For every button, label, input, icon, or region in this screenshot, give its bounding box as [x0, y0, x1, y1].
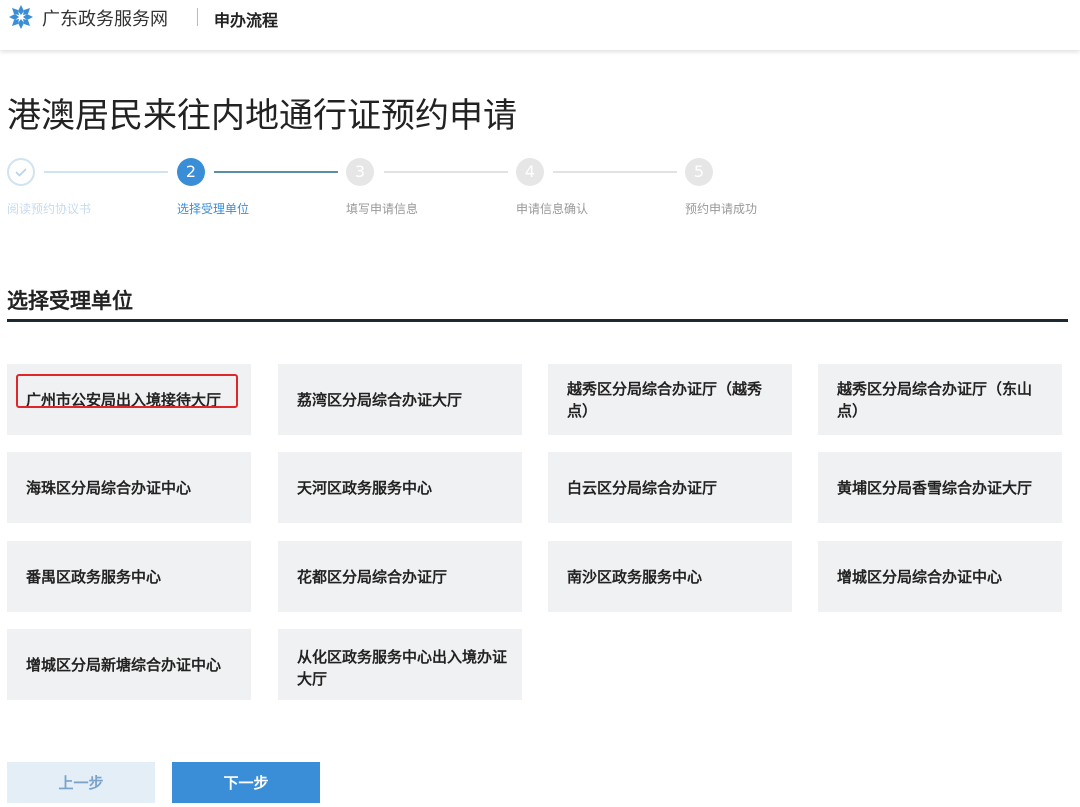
- page-title: 港澳居民来往内地通行证预约申请: [7, 96, 517, 136]
- office-option[interactable]: 花都区分局综合办证厅: [278, 541, 522, 612]
- office-option[interactable]: 海珠区分局综合办证中心: [7, 452, 251, 523]
- header-divider: [197, 8, 198, 26]
- step-3-circle: 3: [346, 158, 374, 186]
- office-option[interactable]: 越秀区分局综合办证厅（东山点）: [818, 364, 1062, 435]
- next-step-button[interactable]: 下一步: [172, 762, 320, 803]
- section-divider: [7, 319, 1068, 322]
- step-line-4: [553, 171, 677, 173]
- office-option[interactable]: 增城区分局综合办证中心: [818, 541, 1062, 612]
- office-label: 南沙区政务服务中心: [567, 567, 703, 586]
- step-4-label: 申请信息确认: [516, 202, 589, 216]
- office-option[interactable]: 越秀区分局综合办证厅（越秀点）: [548, 364, 792, 435]
- step-5-label: 预约申请成功: [685, 202, 758, 216]
- office-option[interactable]: 荔湾区分局综合办证大厅: [278, 364, 522, 435]
- office-option[interactable]: 南沙区政务服务中心: [548, 541, 792, 612]
- section-title: 选择受理单位: [7, 289, 133, 313]
- step-1-label: 阅读预约协议书: [7, 202, 92, 216]
- flow-label: 申办流程: [214, 11, 279, 30]
- office-option[interactable]: 白云区分局综合办证厅: [548, 452, 792, 523]
- office-label: 番禺区政务服务中心: [26, 567, 162, 586]
- step-3-label: 填写申请信息: [346, 202, 419, 216]
- step-line-3: [384, 171, 508, 173]
- office-label: 荔湾区分局综合办证大厅: [297, 390, 463, 409]
- step-2-circle: 2: [177, 158, 205, 186]
- office-option[interactable]: 增城区分局新塘综合办证中心: [7, 629, 251, 700]
- office-option[interactable]: 天河区政务服务中心: [278, 452, 522, 523]
- top-header: 广东政务服务网 申办流程: [0, 0, 1080, 50]
- step-line-2: [214, 171, 338, 173]
- step-2-label: 选择受理单位: [177, 202, 250, 216]
- office-option[interactable]: 广州市公安局出入境接待大厅: [7, 364, 251, 435]
- check-icon: [15, 168, 27, 177]
- office-label: 天河区政务服务中心: [297, 478, 433, 497]
- snowflake-logo-icon[interactable]: [8, 4, 34, 30]
- step-1-circle: [7, 158, 35, 186]
- office-option[interactable]: 番禺区政务服务中心: [7, 541, 251, 612]
- office-option[interactable]: 从化区政务服务中心出入境办证大厅: [278, 629, 522, 700]
- step-line-1: [44, 171, 168, 173]
- office-label: 广州市公安局出入境接待大厅: [26, 390, 222, 409]
- office-label: 黄埔区分局香雪综合办证大厅: [837, 478, 1033, 497]
- office-label: 白云区分局综合办证厅: [567, 478, 718, 497]
- office-label: 越秀区分局综合办证厅（越秀点）: [567, 379, 763, 420]
- office-label: 越秀区分局综合办证厅（东山点）: [837, 379, 1033, 420]
- office-option[interactable]: 黄埔区分局香雪综合办证大厅: [818, 452, 1062, 523]
- office-label: 增城区分局新塘综合办证中心: [26, 655, 222, 674]
- office-label: 海珠区分局综合办证中心: [26, 478, 192, 497]
- office-label: 增城区分局综合办证中心: [837, 567, 1003, 586]
- step-4-circle: 4: [516, 158, 544, 186]
- office-label: 花都区分局综合办证厅: [297, 567, 448, 586]
- prev-step-button[interactable]: 上一步: [7, 762, 155, 803]
- step-5-circle: 5: [685, 158, 713, 186]
- site-name[interactable]: 广东政务服务网: [42, 5, 168, 31]
- office-label: 从化区政务服务中心出入境办证大厅: [297, 648, 508, 688]
